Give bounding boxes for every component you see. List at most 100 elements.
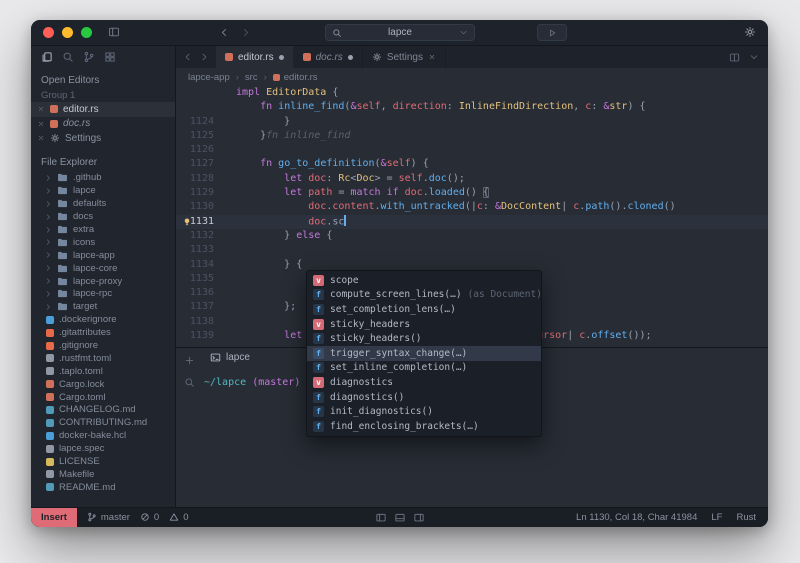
completion-item-diagnostics[interactable]: v diagnostics [307,375,541,390]
close-window-button[interactable] [43,27,54,38]
completion-item-scope[interactable]: v scope [307,273,541,288]
tree-folder-defaults[interactable]: defaults [31,197,175,210]
code-line-1133[interactable]: 1133 [176,243,768,257]
tab-doc-rs[interactable]: doc.rs [294,46,363,68]
activity-branch-button[interactable] [83,51,95,63]
completion-item-init-diagnostics-[interactable]: f init_diagnostics() [307,404,541,419]
completion-item-sticky-headers-[interactable]: f sticky_headers() [307,331,541,346]
tree-folder-lapce-core[interactable]: lapce-core [31,262,175,275]
code-line-1125[interactable]: 1125 }fn inline_find [176,129,768,143]
tree-folder-icons[interactable]: icons [31,236,175,249]
tab-overflow-button[interactable] [749,52,759,62]
tree-folder-lapce[interactable]: lapce [31,184,175,197]
activity-files-button[interactable] [41,51,53,63]
nav-back-button[interactable] [219,27,230,38]
command-palette[interactable]: lapce [324,24,475,41]
completion-item-diagnostics-[interactable]: f diagnostics() [307,390,541,405]
panel-search-button[interactable] [184,377,195,388]
mode-indicator[interactable]: Insert [31,508,77,527]
breadcrumb-item-lapce-app[interactable]: lapce-app [188,72,230,83]
breadcrumb-item-editor-rs[interactable]: editor.rs [272,72,318,83]
code-line-1131[interactable]: 1131 doc.sc [176,214,768,229]
code-line-1129[interactable]: 1129 let path = match if doc.loaded() { [176,186,768,200]
tree-item-label: target [73,301,98,313]
code-line-1126[interactable]: 1126 [176,143,768,157]
error-count[interactable]: 0 [140,512,159,523]
close-icon[interactable] [37,134,45,142]
lightbulb-icon[interactable] [182,217,192,227]
completion-item-sticky-headers[interactable]: v sticky_headers [307,317,541,332]
tree-folder--github[interactable]: .github [31,172,175,185]
tree-file-lapce-spec[interactable]: lapce.spec [31,442,175,455]
code-line-1124[interactable]: 1124 } [176,115,768,129]
tree-folder-lapce-proxy[interactable]: lapce-proxy [31,275,175,288]
settings-button[interactable] [744,24,756,42]
terminal-tab[interactable]: lapce [202,352,258,363]
tree-file--gitattributes[interactable]: .gitattributes [31,326,175,339]
open-editor-editor-rs[interactable]: editor.rs [31,102,175,117]
completion-item-compute-screen-lines-[interactable]: f compute_screen_lines(…) (as Document) [307,288,542,303]
folder-icon [57,237,68,248]
close-icon[interactable] [37,105,45,113]
open-editor-settings[interactable]: Settings [31,131,175,146]
code-line[interactable]: impl EditorData { [176,86,768,100]
warning-count[interactable]: 0 [169,512,189,523]
language-indicator[interactable]: Rust [736,512,756,523]
tab-scroll-left-button[interactable] [183,52,193,62]
breadcrumb-item-src[interactable]: src [245,72,258,83]
code-line[interactable]: fn inline_find(&self, direction: InlineF… [176,100,768,114]
tree-file-cargo-toml[interactable]: Cargo.toml [31,391,175,404]
tree-file--dockerignore[interactable]: .dockerignore [31,313,175,326]
eol-indicator[interactable]: LF [711,512,722,523]
split-editor-button[interactable] [729,52,740,63]
close-icon[interactable] [428,53,436,61]
window-controls [31,27,92,38]
activity-extensions-button[interactable] [104,51,116,63]
completion-item-find-enclosing-brackets-[interactable]: f find_enclosing_brackets(…) [307,419,541,434]
tab-scroll-right-button[interactable] [199,52,209,62]
tab-editor-rs[interactable]: editor.rs [216,46,294,68]
tree-file-license[interactable]: LICENSE [31,455,175,468]
tree-file--gitignore[interactable]: .gitignore [31,339,175,352]
close-icon[interactable] [37,120,45,128]
tree-file-docker-bake-hcl[interactable]: docker-bake.hcl [31,429,175,442]
tree-file-changelog-md[interactable]: CHANGELOG.md [31,404,175,417]
completion-item-trigger-syntax-change-[interactable]: f trigger_syntax_change(…) [307,345,541,361]
tree-file--taplo-toml[interactable]: .taplo.toml [31,365,175,378]
toggle-bottom-panel-button[interactable] [394,512,405,523]
activity-search-button[interactable] [62,51,74,63]
nav-forward-button[interactable] [240,27,251,38]
tree-file-contributing-md[interactable]: CONTRIBUTING.md [31,416,175,429]
tree-file-makefile[interactable]: Makefile [31,468,175,481]
completion-label: find_enclosing_brackets(…) [330,420,479,432]
run-button[interactable] [537,24,567,41]
sidebar-toggle-button[interactable] [108,24,120,42]
tree-folder-lapce-rpc[interactable]: lapce-rpc [31,288,175,301]
tree-file-cargo-lock[interactable]: Cargo.lock [31,378,175,391]
branch-indicator[interactable]: master [87,512,130,523]
tree-folder-lapce-app[interactable]: lapce-app [31,249,175,262]
new-terminal-button[interactable] [184,355,195,366]
file-explorer-header[interactable]: File Explorer [31,155,175,171]
toggle-right-panel-button[interactable] [413,512,424,523]
zoom-window-button[interactable] [81,27,92,38]
minimize-window-button[interactable] [62,27,73,38]
completion-label: set_inline_completion(…) [330,362,468,374]
tree-folder-extra[interactable]: extra [31,223,175,236]
tree-file-readme-md[interactable]: README.md [31,481,175,494]
open-editor-doc-rs[interactable]: doc.rs [31,117,175,132]
toggle-left-panel-button[interactable] [375,512,386,523]
code-line-1130[interactable]: 1130 doc.content.with_untracked(|c: &Doc… [176,200,768,214]
code-editor[interactable]: impl EditorData { fn inline_find(&self, … [176,86,768,437]
tree-folder-target[interactable]: target [31,300,175,313]
tab-settings[interactable]: Settings [363,46,446,68]
tree-file--rustfmt-toml[interactable]: .rustfmt.toml [31,352,175,365]
code-line-1128[interactable]: 1128 let doc: Rc<Doc> = self.doc(); [176,172,768,186]
completion-item-set-inline-completion-[interactable]: f set_inline_completion(…) [307,361,541,376]
code-line-1127[interactable]: 1127 fn go_to_definition(&self) { [176,157,768,171]
code-line-1132[interactable]: 1132 } else { [176,229,768,243]
open-editors-header[interactable]: Open Editors [31,72,175,88]
completion-item-set-completion-lens-[interactable]: f set_completion_lens(…) [307,302,541,317]
cursor-position[interactable]: Ln 1130, Col 18, Char 41984 [576,512,697,523]
tree-folder-docs[interactable]: docs [31,210,175,223]
